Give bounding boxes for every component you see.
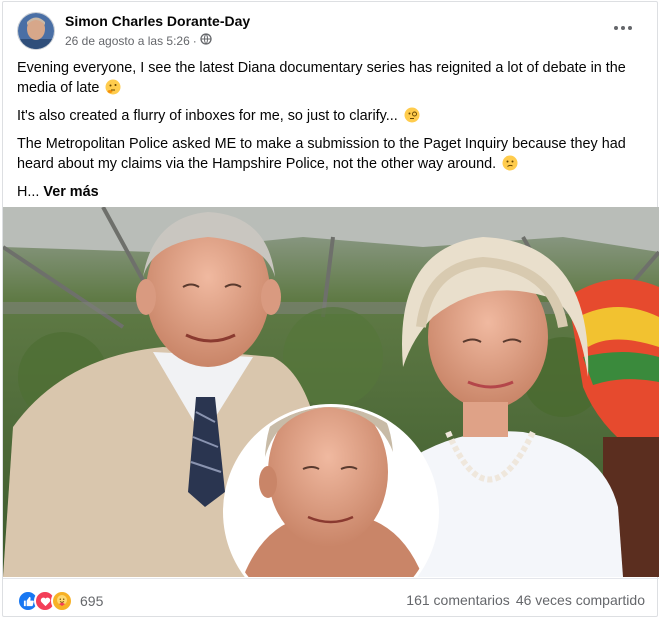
post-meta: 26 de agosto a las 5:26 · <box>65 33 212 48</box>
post-timestamp[interactable]: 26 de agosto a las 5:26 <box>65 34 190 48</box>
more-options-icon[interactable] <box>611 18 635 38</box>
post-photo[interactable] <box>3 207 659 577</box>
post-footer: 695 161 comentarios 46 veces compartido <box>3 578 659 619</box>
globe-icon[interactable] <box>200 33 212 48</box>
meta-separator: · <box>192 33 197 48</box>
see-more-link[interactable]: Ver más <box>43 184 98 200</box>
reaction-count[interactable]: 695 <box>80 593 103 609</box>
post-paragraph: Evening everyone, I see the latest Diana… <box>17 60 626 96</box>
post-header: Simon Charles Dorante-Day 26 de agosto a… <box>17 10 643 54</box>
engagement-stats: 161 comentarios 46 veces compartido <box>406 592 645 608</box>
comments-count[interactable]: 161 comentarios <box>406 592 510 608</box>
facebook-post: Simon Charles Dorante-Day 26 de agosto a… <box>2 1 659 619</box>
care-icon <box>51 590 73 612</box>
post-paragraph-truncated: H... Ver más <box>17 184 99 200</box>
monocle-face-icon <box>404 107 420 123</box>
post-paragraph: The Metropolitan Police asked ME to make… <box>17 136 626 172</box>
shares-count[interactable]: 46 veces compartido <box>516 592 645 608</box>
author-avatar[interactable] <box>17 12 55 50</box>
author-name[interactable]: Simon Charles Dorante-Day <box>65 13 250 29</box>
thinking-face-icon <box>105 79 121 95</box>
confused-face-icon <box>502 155 518 171</box>
post-paragraph: It's also created a flurry of inboxes fo… <box>17 106 641 126</box>
post-text: Evening everyone, I see the latest Diana… <box>17 58 641 210</box>
reactions-summary[interactable]: 695 <box>17 590 103 612</box>
